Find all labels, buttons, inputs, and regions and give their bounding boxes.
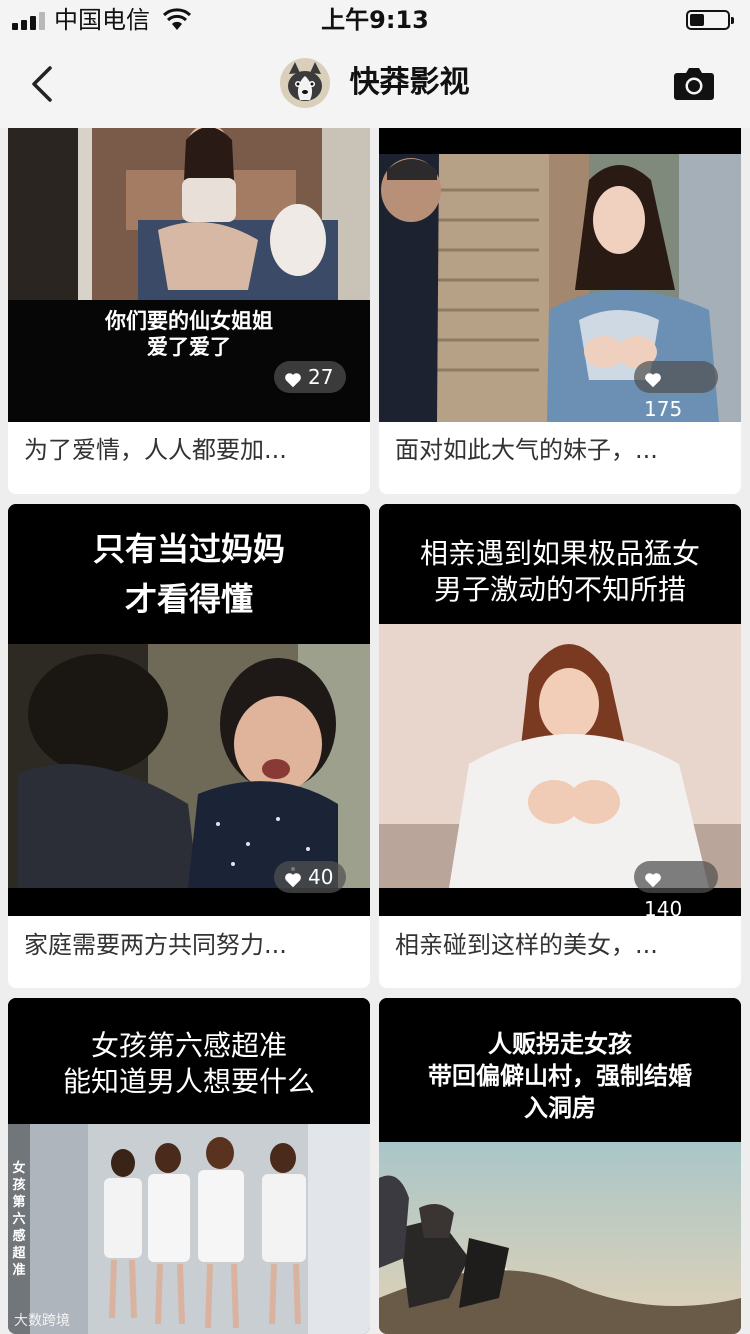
clock-time: 上午9:13 xyxy=(321,6,429,34)
video-feed[interactable]: 你们要的仙女姐姐 爱了爱了 27 为了爱情，人人都要加... 175 面对如此大… xyxy=(0,128,750,1334)
video-overlay-text: 只有当过妈妈 才看得懂 xyxy=(92,530,285,618)
video-caption[interactable]: 为了爱情，人人都要加... xyxy=(24,433,354,467)
like-count: 140 xyxy=(644,897,683,916)
camera-button[interactable] xyxy=(672,66,716,102)
video-thumbnail[interactable]: 175 xyxy=(379,128,741,422)
video-card[interactable]: 人贩拐走女孩 带回偏僻山村，强制结婚 入洞房 xyxy=(379,998,741,1334)
video-thumbnail[interactable]: 女孩第六感超准 能知道男人想要什么 女孩第六感超准 大数跨境 xyxy=(8,998,370,1334)
heart-icon xyxy=(645,373,661,388)
video-thumbnail[interactable]: 相亲遇到如果极品猛女 男子激动的不知所措 140 xyxy=(379,504,741,916)
like-count-badge[interactable]: 140 xyxy=(634,861,718,916)
video-card[interactable]: 相亲遇到如果极品猛女 男子激动的不知所措 140 相亲碰到这样的美女，... xyxy=(379,504,741,988)
heart-icon xyxy=(645,873,661,888)
side-caption: 女孩第六感超准 xyxy=(12,1161,26,1278)
like-count: 27 xyxy=(308,365,334,389)
like-count-badge[interactable]: 175 xyxy=(634,361,718,421)
video-caption[interactable]: 面对如此大气的妹子，... xyxy=(395,433,725,467)
video-card[interactable]: 只有当过妈妈 才看得懂 40 家庭需要两方共同努力... xyxy=(8,504,370,988)
video-card[interactable]: 女孩第六感超准 能知道男人想要什么 女孩第六感超准 大数跨境 xyxy=(8,998,370,1334)
video-overlay-text: 你们要的仙女姐姐 爱了爱了 xyxy=(105,309,273,359)
video-thumbnail[interactable]: 你们要的仙女姐姐 爱了爱了 27 xyxy=(8,128,370,422)
husky-avatar-icon xyxy=(280,58,331,108)
heart-icon xyxy=(285,873,301,888)
video-overlay-text: 相亲遇到如果极品猛女 男子激动的不知所措 xyxy=(419,537,700,606)
video-card[interactable]: 你们要的仙女姐姐 爱了爱了 27 为了爱情，人人都要加... xyxy=(8,128,370,494)
video-card[interactable]: 175 面对如此大气的妹子，... xyxy=(379,128,741,494)
avatar[interactable] xyxy=(280,58,331,108)
video-thumbnail[interactable]: 人贩拐走女孩 带回偏僻山村，强制结婚 入洞房 xyxy=(379,998,741,1334)
like-count: 175 xyxy=(644,397,683,421)
like-count: 40 xyxy=(308,865,334,889)
battery-icon xyxy=(686,10,734,30)
like-count-badge[interactable]: 27 xyxy=(274,361,346,393)
video-caption[interactable]: 相亲碰到这样的美女，... xyxy=(395,928,725,962)
watermark: 大数跨境 xyxy=(14,1313,70,1329)
video-overlay-text: 女孩第六感超准 能知道男人想要什么 xyxy=(62,1029,315,1098)
nav-bar: 快莽影视 xyxy=(0,40,750,128)
page-title: 快莽影视 xyxy=(349,65,470,100)
video-caption[interactable]: 家庭需要两方共同努力... xyxy=(24,928,354,962)
video-overlay-text: 人贩拐走女孩 带回偏僻山村，强制结婚 入洞房 xyxy=(428,1030,692,1122)
video-thumbnail[interactable]: 只有当过妈妈 才看得懂 40 xyxy=(8,504,370,916)
status-bar: 中国电信 上午9:13 xyxy=(0,0,750,40)
like-count-badge[interactable]: 40 xyxy=(274,861,346,893)
heart-icon xyxy=(285,373,301,388)
